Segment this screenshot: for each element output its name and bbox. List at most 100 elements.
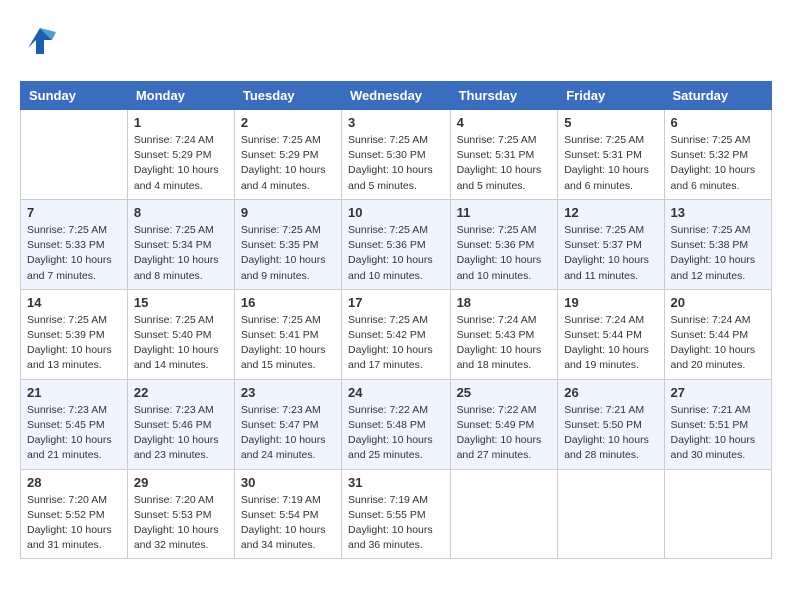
calendar-cell: 21Sunrise: 7:23 AM Sunset: 5:45 PM Dayli… — [21, 379, 128, 469]
day-info: Sunrise: 7:19 AM Sunset: 5:54 PM Dayligh… — [241, 493, 335, 554]
day-number: 8 — [134, 205, 228, 220]
day-info: Sunrise: 7:20 AM Sunset: 5:53 PM Dayligh… — [134, 493, 228, 554]
day-number: 11 — [457, 205, 552, 220]
calendar-cell: 19Sunrise: 7:24 AM Sunset: 5:44 PM Dayli… — [558, 289, 664, 379]
day-info: Sunrise: 7:19 AM Sunset: 5:55 PM Dayligh… — [348, 493, 444, 554]
day-info: Sunrise: 7:25 AM Sunset: 5:31 PM Dayligh… — [457, 133, 552, 194]
day-number: 3 — [348, 115, 444, 130]
calendar-cell: 6 Sunrise: 7:25 AM Sunset: 5:32 PM Daylig… — [664, 110, 771, 200]
day-number: 25 — [457, 385, 552, 400]
calendar-week-4: 21Sunrise: 7:23 AM Sunset: 5:45 PM Dayli… — [21, 379, 772, 469]
calendar-cell: 14 Sunrise: 7:25 AM Sunset: 5:39 PM Dayli… — [21, 289, 128, 379]
calendar-cell: 26Sunrise: 7:21 AM Sunset: 5:50 PM Dayli… — [558, 379, 664, 469]
day-info: Sunrise: 7:24 AM Sunset: 5:44 PM Dayligh… — [671, 313, 765, 374]
calendar-cell: 11 Sunrise: 7:25 AM Sunset: 5:36 PM Dayli… — [450, 199, 558, 289]
day-number: 27 — [671, 385, 765, 400]
day-number: 29 — [134, 475, 228, 490]
calendar-cell: 22 Sunrise: 7:23 AM Sunset: 5:46 PM Dayli… — [127, 379, 234, 469]
day-info: Sunrise: 7:25 AM Sunset: 5:39 PM Dayligh… — [27, 313, 121, 374]
weekday-header-tuesday: Tuesday — [234, 82, 341, 110]
day-number: 14 — [27, 295, 121, 310]
day-number: 20 — [671, 295, 765, 310]
day-info: Sunrise: 7:25 AM Sunset: 5:34 PM Dayligh… — [134, 223, 228, 284]
day-number: 9 — [241, 205, 335, 220]
day-info: Sunrise: 7:24 AM Sunset: 5:29 PM Dayligh… — [134, 133, 228, 194]
day-number: 1 — [134, 115, 228, 130]
calendar-cell: 10Sunrise: 7:25 AM Sunset: 5:36 PM Dayli… — [342, 199, 451, 289]
calendar-cell: 13 Sunrise: 7:25 AM Sunset: 5:38 PM Dayli… — [664, 199, 771, 289]
day-info: Sunrise: 7:25 AM Sunset: 5:29 PM Dayligh… — [241, 133, 335, 194]
calendar-cell: 31 Sunrise: 7:19 AM Sunset: 5:55 PM Dayli… — [342, 469, 451, 559]
day-info: Sunrise: 7:22 AM Sunset: 5:49 PM Dayligh… — [457, 403, 552, 464]
day-info: Sunrise: 7:20 AM Sunset: 5:52 PM Dayligh… — [27, 493, 121, 554]
calendar-cell: 16 Sunrise: 7:25 AM Sunset: 5:41 PM Dayli… — [234, 289, 341, 379]
calendar-cell: 24 Sunrise: 7:22 AM Sunset: 5:48 PM Dayli… — [342, 379, 451, 469]
calendar-cell — [664, 469, 771, 559]
day-info: Sunrise: 7:21 AM Sunset: 5:50 PM Dayligh… — [564, 403, 657, 464]
day-number: 13 — [671, 205, 765, 220]
calendar-cell: 27 Sunrise: 7:21 AM Sunset: 5:51 PM Dayli… — [664, 379, 771, 469]
logo — [20, 20, 64, 65]
day-number: 16 — [241, 295, 335, 310]
day-info: Sunrise: 7:25 AM Sunset: 5:37 PM Dayligh… — [564, 223, 657, 284]
calendar-cell: 17 Sunrise: 7:25 AM Sunset: 5:42 PM Dayli… — [342, 289, 451, 379]
day-info: Sunrise: 7:25 AM Sunset: 5:36 PM Dayligh… — [457, 223, 552, 284]
day-info: Sunrise: 7:25 AM Sunset: 5:33 PM Dayligh… — [27, 223, 121, 284]
day-number: 6 — [671, 115, 765, 130]
calendar-cell — [450, 469, 558, 559]
calendar-cell: 12 Sunrise: 7:25 AM Sunset: 5:37 PM Dayli… — [558, 199, 664, 289]
page-header — [20, 20, 772, 65]
day-info: Sunrise: 7:25 AM Sunset: 5:38 PM Dayligh… — [671, 223, 765, 284]
calendar-cell: 20 Sunrise: 7:24 AM Sunset: 5:44 PM Dayli… — [664, 289, 771, 379]
calendar-cell — [21, 110, 128, 200]
day-info: Sunrise: 7:23 AM Sunset: 5:45 PM Dayligh… — [27, 403, 121, 464]
day-info: Sunrise: 7:25 AM Sunset: 5:31 PM Dayligh… — [564, 133, 657, 194]
day-info: Sunrise: 7:21 AM Sunset: 5:51 PM Dayligh… — [671, 403, 765, 464]
calendar-cell: 18Sunrise: 7:24 AM Sunset: 5:43 PM Dayli… — [450, 289, 558, 379]
day-number: 31 — [348, 475, 444, 490]
calendar-cell: 2 Sunrise: 7:25 AM Sunset: 5:29 PM Daylig… — [234, 110, 341, 200]
day-info: Sunrise: 7:25 AM Sunset: 5:40 PM Dayligh… — [134, 313, 228, 374]
day-number: 23 — [241, 385, 335, 400]
weekday-header-monday: Monday — [127, 82, 234, 110]
calendar-cell: 7Sunrise: 7:25 AM Sunset: 5:33 PM Daylig… — [21, 199, 128, 289]
calendar-week-5: 28 Sunrise: 7:20 AM Sunset: 5:52 PM Dayli… — [21, 469, 772, 559]
calendar-cell: 3 Sunrise: 7:25 AM Sunset: 5:30 PM Daylig… — [342, 110, 451, 200]
calendar-cell: 8 Sunrise: 7:25 AM Sunset: 5:34 PM Daylig… — [127, 199, 234, 289]
weekday-header-friday: Friday — [558, 82, 664, 110]
weekday-header-wednesday: Wednesday — [342, 82, 451, 110]
day-number: 12 — [564, 205, 657, 220]
calendar-cell: 29 Sunrise: 7:20 AM Sunset: 5:53 PM Dayli… — [127, 469, 234, 559]
day-info: Sunrise: 7:25 AM Sunset: 5:42 PM Dayligh… — [348, 313, 444, 374]
calendar-cell: 4 Sunrise: 7:25 AM Sunset: 5:31 PM Daylig… — [450, 110, 558, 200]
calendar-cell: 30Sunrise: 7:19 AM Sunset: 5:54 PM Dayli… — [234, 469, 341, 559]
calendar-week-3: 14 Sunrise: 7:25 AM Sunset: 5:39 PM Dayli… — [21, 289, 772, 379]
day-number: 17 — [348, 295, 444, 310]
day-number: 15 — [134, 295, 228, 310]
day-info: Sunrise: 7:25 AM Sunset: 5:35 PM Dayligh… — [241, 223, 335, 284]
page-container: SundayMondayTuesdayWednesdayThursdayFrid… — [20, 20, 772, 559]
day-number: 24 — [348, 385, 444, 400]
calendar-cell: 25 Sunrise: 7:22 AM Sunset: 5:49 PM Dayli… — [450, 379, 558, 469]
calendar-cell — [558, 469, 664, 559]
day-info: Sunrise: 7:24 AM Sunset: 5:44 PM Dayligh… — [564, 313, 657, 374]
day-number: 4 — [457, 115, 552, 130]
day-info: Sunrise: 7:25 AM Sunset: 5:41 PM Dayligh… — [241, 313, 335, 374]
day-number: 2 — [241, 115, 335, 130]
calendar-week-1: 1 Sunrise: 7:24 AM Sunset: 5:29 PM Daylig… — [21, 110, 772, 200]
calendar-cell: 9 Sunrise: 7:25 AM Sunset: 5:35 PM Daylig… — [234, 199, 341, 289]
calendar-cell: 1 Sunrise: 7:24 AM Sunset: 5:29 PM Daylig… — [127, 110, 234, 200]
calendar-cell: 23 Sunrise: 7:23 AM Sunset: 5:47 PM Dayli… — [234, 379, 341, 469]
day-number: 28 — [27, 475, 121, 490]
calendar-table: SundayMondayTuesdayWednesdayThursdayFrid… — [20, 81, 772, 559]
calendar-cell: 5Sunrise: 7:25 AM Sunset: 5:31 PM Daylig… — [558, 110, 664, 200]
calendar-cell: 28 Sunrise: 7:20 AM Sunset: 5:52 PM Dayli… — [21, 469, 128, 559]
day-number: 22 — [134, 385, 228, 400]
day-info: Sunrise: 7:23 AM Sunset: 5:46 PM Dayligh… — [134, 403, 228, 464]
weekday-header-thursday: Thursday — [450, 82, 558, 110]
day-info: Sunrise: 7:22 AM Sunset: 5:48 PM Dayligh… — [348, 403, 444, 464]
calendar-cell: 15 Sunrise: 7:25 AM Sunset: 5:40 PM Dayli… — [127, 289, 234, 379]
day-info: Sunrise: 7:25 AM Sunset: 5:30 PM Dayligh… — [348, 133, 444, 194]
day-info: Sunrise: 7:23 AM Sunset: 5:47 PM Dayligh… — [241, 403, 335, 464]
day-info: Sunrise: 7:25 AM Sunset: 5:32 PM Dayligh… — [671, 133, 765, 194]
